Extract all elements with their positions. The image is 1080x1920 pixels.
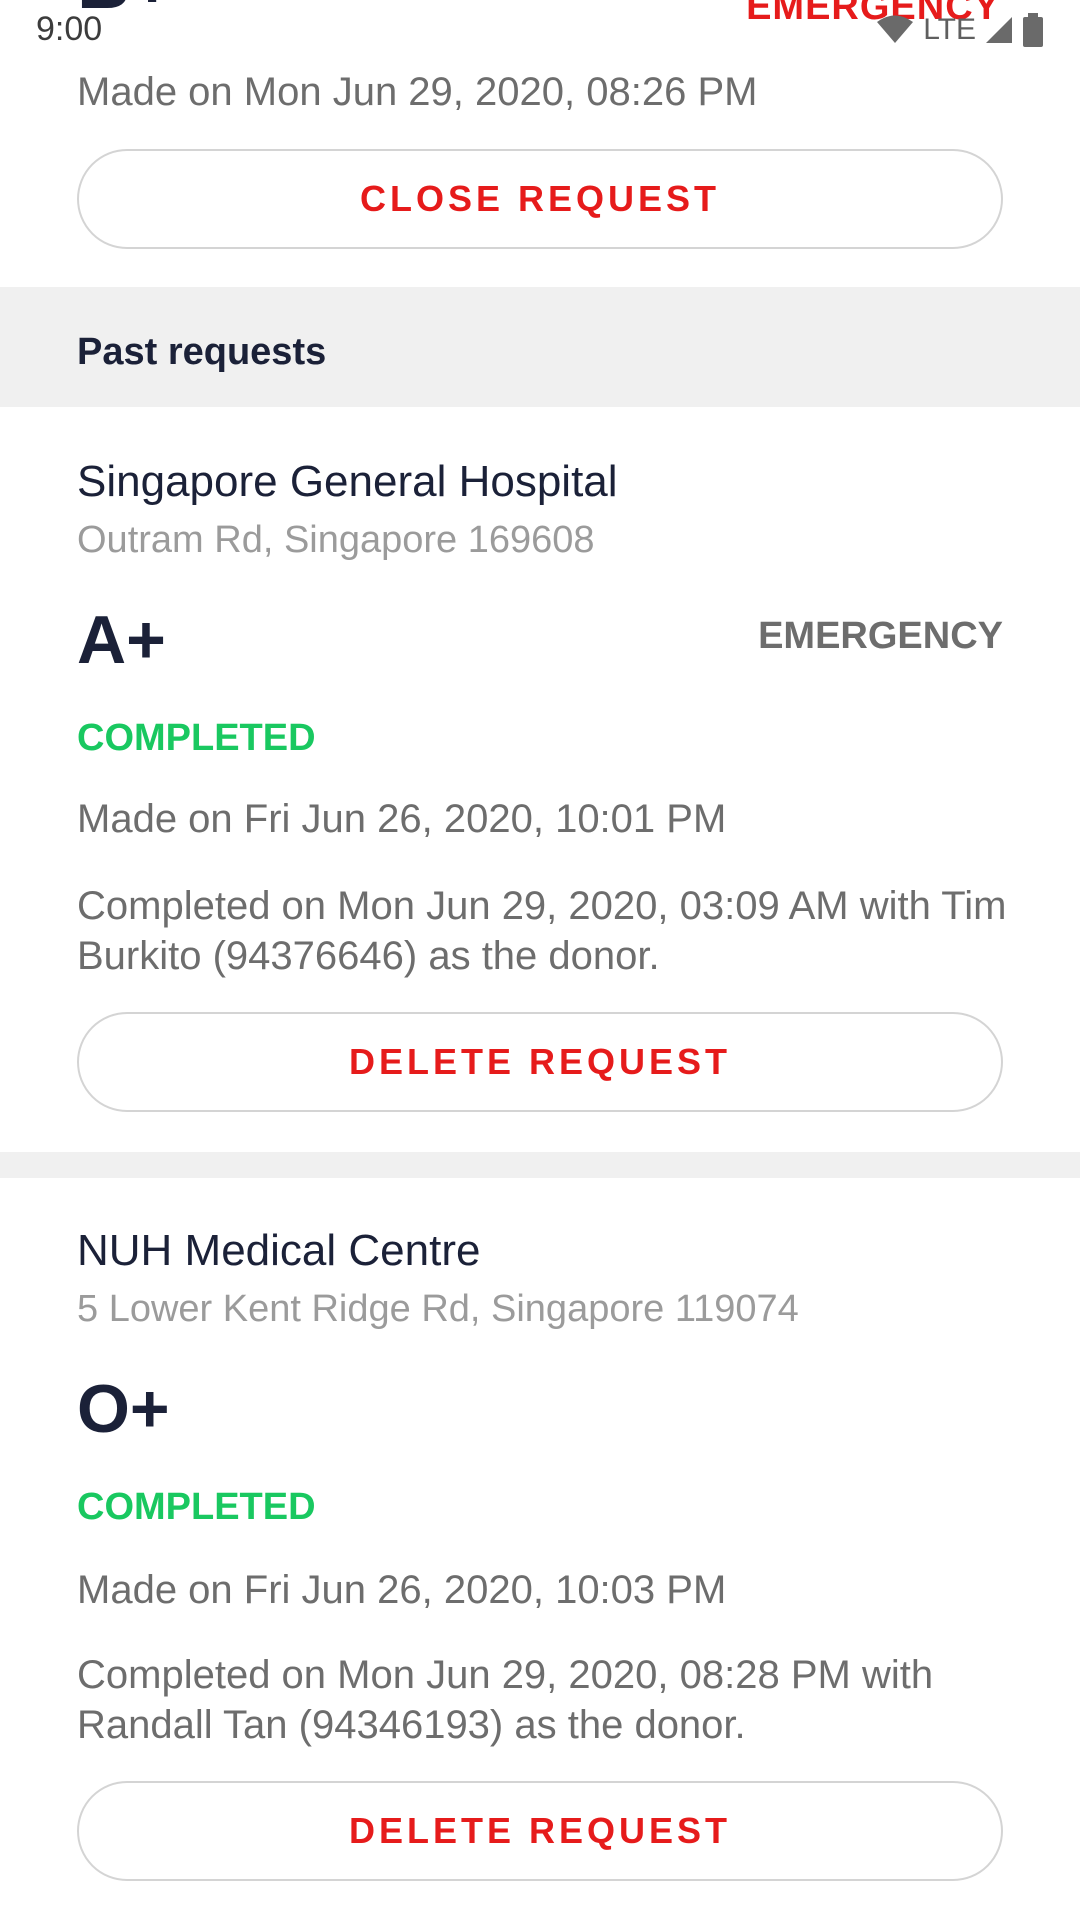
status-time: 9:00 bbox=[36, 10, 103, 48]
status-badge: COMPLETED bbox=[77, 717, 316, 759]
active-request-made-on: Made on Mon Jun 29, 2020, 08:26 PM bbox=[77, 70, 758, 114]
status-bar: 9:00 LTE bbox=[0, 0, 1080, 60]
network-type-label: LTE bbox=[923, 13, 976, 46]
blood-type: O+ bbox=[77, 1371, 170, 1447]
wifi-icon bbox=[875, 15, 915, 45]
close-request-button[interactable]: CLOSE REQUEST bbox=[77, 149, 1003, 249]
delete-request-button[interactable]: DELETE REQUEST bbox=[77, 1781, 1003, 1881]
past-request-card: Singapore General Hospital Outram Rd, Si… bbox=[0, 407, 1080, 1152]
completed-text: Completed on Mon Jun 29, 2020, 08:28 PM … bbox=[77, 1653, 934, 1747]
card-divider bbox=[0, 1152, 1080, 1178]
urgency-label: EMERGENCY bbox=[758, 615, 1003, 657]
section-title: Past requests bbox=[77, 331, 327, 373]
hospital-address: Outram Rd, Singapore 169608 bbox=[77, 519, 595, 561]
past-requests-header: Past requests bbox=[0, 287, 1080, 407]
completed-text: Completed on Mon Jun 29, 2020, 03:09 AM … bbox=[77, 884, 1007, 978]
blood-type: A+ bbox=[77, 602, 166, 678]
made-on-text: Made on Fri Jun 26, 2020, 10:03 PM bbox=[77, 1568, 727, 1612]
requests-screen: B+ EMERGENCY 9:00 LTE bbox=[0, 0, 1080, 1920]
hospital-name: NUH Medical Centre bbox=[77, 1226, 481, 1275]
status-badge: COMPLETED bbox=[77, 1486, 316, 1528]
battery-icon bbox=[1022, 13, 1044, 47]
hospital-address: 5 Lower Kent Ridge Rd, Singapore 119074 bbox=[77, 1288, 799, 1330]
cell-signal-icon bbox=[984, 15, 1014, 45]
past-request-card: NUH Medical Centre 5 Lower Kent Ridge Rd… bbox=[0, 1178, 1080, 1920]
delete-request-button[interactable]: DELETE REQUEST bbox=[77, 1012, 1003, 1112]
status-icons: LTE bbox=[875, 12, 1044, 48]
made-on-text: Made on Fri Jun 26, 2020, 10:01 PM bbox=[77, 797, 727, 841]
hospital-name: Singapore General Hospital bbox=[77, 457, 618, 506]
